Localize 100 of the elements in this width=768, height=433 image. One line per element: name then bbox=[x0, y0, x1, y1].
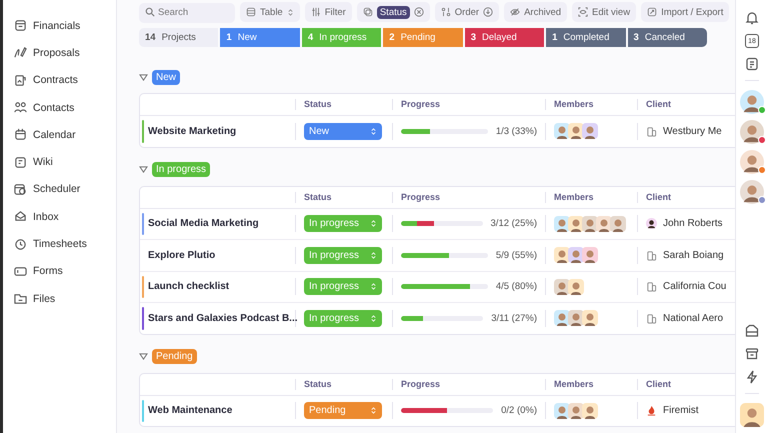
team-member-avatar[interactable] bbox=[740, 150, 764, 174]
column-header: Client bbox=[646, 192, 672, 202]
group-badge: Pending bbox=[152, 349, 197, 364]
bell-icon[interactable] bbox=[745, 11, 759, 25]
sidebar-item[interactable]: Files bbox=[3, 284, 116, 312]
column-header: Progress bbox=[401, 192, 440, 202]
sidebar-item[interactable]: Contracts bbox=[3, 66, 116, 94]
status-count-segment[interactable]: 3 Delayed bbox=[464, 28, 544, 47]
eye-frame-icon bbox=[578, 7, 588, 17]
archived-button[interactable]: Archived bbox=[504, 2, 568, 22]
column-header: Status bbox=[304, 192, 332, 202]
team-member-avatar[interactable] bbox=[740, 90, 764, 114]
avatar[interactable] bbox=[554, 216, 570, 232]
notes-icon[interactable] bbox=[745, 57, 759, 71]
sidebar-item[interactable]: Forms bbox=[3, 258, 116, 285]
folder-icon[interactable] bbox=[745, 324, 759, 338]
updown-icon bbox=[370, 314, 377, 323]
archive-icon[interactable] bbox=[745, 347, 759, 361]
sidebar-item[interactable]: Proposals bbox=[3, 39, 116, 67]
project-name[interactable]: Social Media Marketing bbox=[140, 218, 259, 230]
sidebar-item[interactable]: Calendar bbox=[3, 121, 116, 148]
project-name[interactable]: Website Marketing bbox=[140, 126, 236, 137]
updown-icon bbox=[370, 126, 377, 136]
column-header: Members bbox=[554, 192, 594, 202]
avatar[interactable] bbox=[582, 123, 598, 140]
progress-text: 0/2 (0%) bbox=[501, 405, 537, 416]
progress-text: 3/11 (27%) bbox=[491, 312, 537, 324]
collapse-triangle-icon[interactable] bbox=[139, 353, 148, 360]
edit-view-button[interactable]: Edit view bbox=[572, 2, 636, 22]
table-icon bbox=[246, 7, 256, 17]
project-name[interactable]: Stars and Galaxies Podcast B... bbox=[140, 312, 298, 324]
building-icon bbox=[646, 250, 657, 261]
avatar[interactable] bbox=[610, 216, 626, 232]
avatar[interactable] bbox=[582, 402, 598, 419]
folder-icon bbox=[14, 292, 27, 306]
column-header: Progress bbox=[401, 378, 440, 388]
status-count-segment[interactable]: 1 Completed bbox=[546, 28, 626, 47]
column-header: Members bbox=[554, 378, 594, 388]
wallet-icon bbox=[14, 19, 27, 32]
project-name[interactable]: Web Maintenance bbox=[140, 405, 232, 416]
building-icon bbox=[646, 126, 657, 137]
updown-icon bbox=[370, 219, 377, 228]
team-member-avatar[interactable] bbox=[740, 120, 764, 144]
filter-button[interactable]: Filter bbox=[304, 2, 352, 22]
status-filter-chip[interactable]: Status bbox=[376, 6, 410, 18]
avatar bbox=[646, 218, 657, 230]
avatar[interactable] bbox=[554, 123, 570, 140]
project-name[interactable]: Explore Plutio bbox=[140, 250, 216, 261]
people-icon bbox=[14, 101, 27, 114]
sidebar-item[interactable]: Financials bbox=[3, 12, 116, 40]
lightning-icon[interactable] bbox=[745, 370, 759, 384]
team-member-avatar[interactable] bbox=[740, 180, 764, 204]
sidebar-item[interactable]: Wiki bbox=[3, 148, 116, 176]
column-header: Members bbox=[554, 99, 594, 109]
document-icon bbox=[14, 74, 27, 87]
status-count-segment[interactable]: 1 New bbox=[220, 28, 300, 47]
status-count-segment[interactable]: 14 Projects bbox=[139, 28, 218, 47]
client-name[interactable]: California Cou bbox=[663, 281, 726, 292]
avatar[interactable] bbox=[582, 247, 598, 264]
avatar[interactable] bbox=[554, 310, 570, 326]
client-name[interactable]: John Roberts bbox=[663, 218, 722, 230]
column-header: Status bbox=[304, 378, 332, 388]
avatar[interactable] bbox=[554, 247, 570, 264]
building-icon bbox=[646, 312, 657, 324]
search-field[interactable]: Search bbox=[139, 2, 235, 22]
client-name[interactable]: Sarah Boiang bbox=[663, 250, 724, 261]
collapse-triangle-icon[interactable] bbox=[139, 166, 148, 173]
flame-icon bbox=[646, 405, 657, 416]
sidebar-item[interactable]: Inbox bbox=[3, 203, 116, 230]
client-name[interactable]: National Aero bbox=[663, 312, 724, 324]
order-button[interactable]: Order bbox=[434, 2, 500, 22]
building-icon bbox=[646, 281, 657, 292]
updown-icon bbox=[370, 250, 377, 260]
sidebar-item[interactable]: Contacts bbox=[3, 94, 116, 122]
clock-icon bbox=[14, 238, 27, 251]
hidden-eye-icon bbox=[510, 7, 520, 17]
collapse-triangle-icon[interactable] bbox=[139, 74, 148, 80]
progress-text: 1/3 (33%) bbox=[496, 126, 537, 137]
column-header: Client bbox=[646, 378, 672, 388]
avatar[interactable] bbox=[582, 310, 598, 326]
column-header: Progress bbox=[401, 99, 440, 109]
calendar-clock-icon bbox=[14, 182, 27, 196]
status-dropdown[interactable]: New bbox=[304, 122, 382, 140]
sidebar-item[interactable]: Timesheets bbox=[3, 230, 116, 258]
client-name[interactable]: Firemist bbox=[663, 405, 699, 416]
import-export-button[interactable]: Import / Export bbox=[641, 2, 730, 22]
status-count-segment[interactable]: 3 Canceled bbox=[628, 28, 707, 47]
view-dropdown[interactable]: Table bbox=[240, 2, 300, 22]
project-name[interactable]: Launch checklist bbox=[140, 281, 230, 292]
progress-text: 4/5 (80%) bbox=[496, 281, 537, 292]
close-icon[interactable] bbox=[414, 7, 424, 17]
user-avatar[interactable] bbox=[740, 403, 764, 427]
sidebar-item[interactable]: Scheduler bbox=[3, 176, 116, 204]
calendar-icon bbox=[14, 128, 27, 142]
updown-icon bbox=[370, 406, 377, 416]
avatar[interactable] bbox=[554, 278, 570, 295]
avatar[interactable] bbox=[554, 402, 570, 419]
form-icon bbox=[14, 264, 27, 278]
client-name[interactable]: Westbury Me bbox=[663, 126, 722, 137]
avatar[interactable] bbox=[568, 278, 584, 295]
